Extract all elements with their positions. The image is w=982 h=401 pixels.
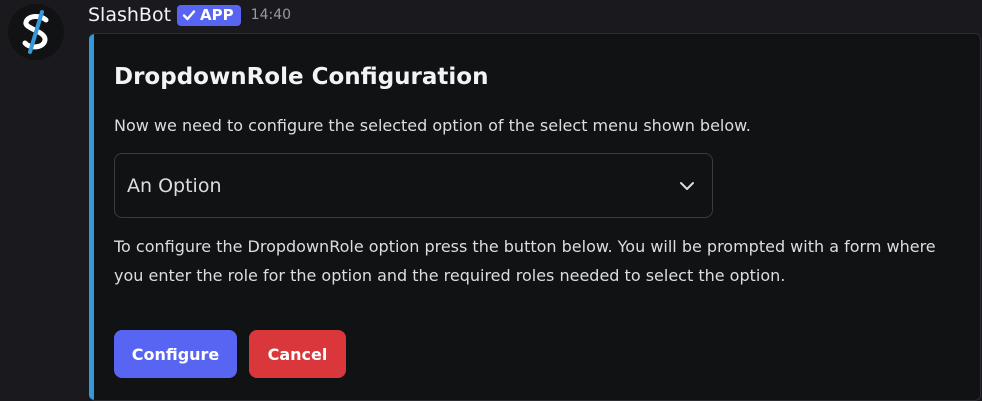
embed-accent-bar [89,34,94,400]
app-badge: APP [177,4,241,26]
configure-button[interactable]: Configure [114,330,237,378]
embed-title: DropdownRole Configuration [114,64,489,90]
cancel-button[interactable]: Cancel [249,330,346,378]
message-header: SlashBot APP 14:40 [88,2,291,28]
check-icon [182,10,196,21]
chat-message: SlashBot APP 14:40 DropdownRole Configur… [0,0,982,401]
action-row: Configure Cancel [114,330,346,378]
select-selected-value: An Option [127,174,222,197]
option-select-menu[interactable]: An Option [114,153,713,218]
embed: DropdownRole Configuration Now we need t… [89,33,981,401]
slashbot-logo-icon [8,4,64,60]
timestamp[interactable]: 14:40 [251,7,291,23]
avatar[interactable] [8,4,64,60]
author-name[interactable]: SlashBot [88,4,171,26]
embed-description: Now we need to configure the selected op… [114,116,751,135]
chevron-down-icon [678,177,696,195]
app-badge-label: APP [200,6,234,24]
embed-body-text: To configure the DropdownRole option pre… [114,237,936,285]
